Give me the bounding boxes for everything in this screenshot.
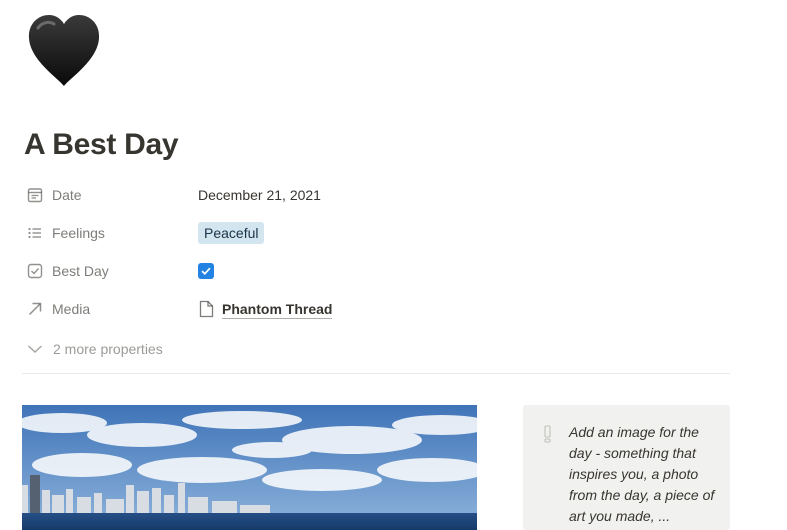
best-day-value: [198, 260, 214, 282]
best-day-checkbox[interactable]: [198, 263, 214, 279]
divider: [22, 373, 730, 374]
checkbox-icon: [27, 263, 43, 279]
property-feelings: Feelings Peaceful: [22, 214, 730, 252]
list-icon: [28, 227, 41, 239]
property-name-best-day[interactable]: Best Day: [26, 260, 109, 282]
media-link[interactable]: Phantom Thread: [198, 300, 333, 319]
day-photo[interactable]: [22, 405, 477, 530]
calendar-icon: [27, 188, 43, 203]
media-link-label: Phantom Thread: [222, 300, 333, 319]
document-icon: [199, 300, 214, 318]
property-media: Media Phantom Thread: [22, 290, 730, 328]
property-name-date[interactable]: Date: [26, 184, 82, 206]
arrow-up-right-icon: [28, 302, 42, 316]
property-date: Date December 21, 2021: [22, 176, 730, 214]
callout-text[interactable]: Add an image for the day - something tha…: [569, 422, 717, 527]
feelings-value[interactable]: Peaceful: [198, 222, 265, 244]
checkmark-icon: [201, 267, 211, 276]
more-properties-toggle[interactable]: 2 more properties: [26, 338, 163, 360]
feeling-tag[interactable]: Peaceful: [198, 222, 265, 244]
page-title[interactable]: A Best Day: [24, 128, 179, 162]
property-name-feelings[interactable]: Feelings: [26, 222, 105, 244]
property-name-media[interactable]: Media: [26, 298, 90, 320]
callout: Add an image for the day - something tha…: [523, 405, 730, 530]
property-best-day: Best Day: [22, 252, 730, 290]
chevron-down-icon: [28, 345, 42, 353]
properties-panel: Date December 21, 2021 Feelings Peaceful: [22, 176, 730, 357]
black-heart-icon[interactable]: [24, 10, 104, 90]
exclamation-icon: [544, 425, 551, 443]
media-value: Phantom Thread: [198, 298, 333, 320]
date-value[interactable]: December 21, 2021: [198, 184, 321, 206]
